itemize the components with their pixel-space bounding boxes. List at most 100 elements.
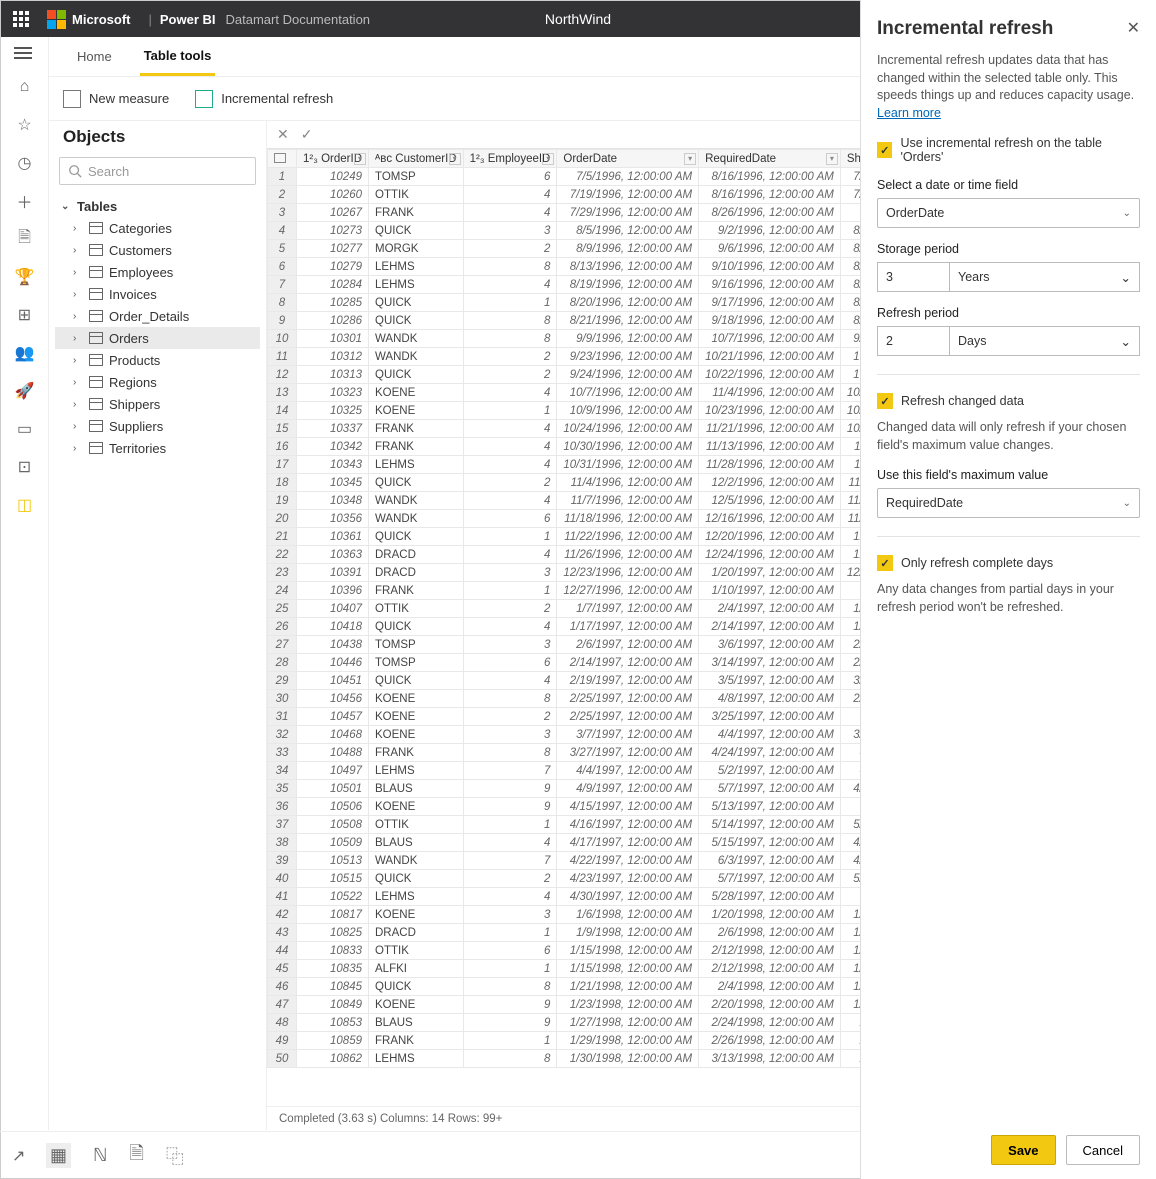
cell-orderdate[interactable]: 7/29/1996, 12:00:00 AM <box>557 204 699 222</box>
cell-orderdate[interactable]: 4/16/1997, 12:00:00 AM <box>557 816 699 834</box>
cell-customerid[interactable]: FRANK <box>369 420 464 438</box>
cell-orderid[interactable]: 10509 <box>297 834 369 852</box>
cell-orderid[interactable]: 10301 <box>297 330 369 348</box>
cell-orderdate[interactable]: 2/25/1997, 12:00:00 AM <box>557 708 699 726</box>
new-measure-button[interactable]: New measure <box>63 90 169 108</box>
cell-customerid[interactable]: TOMSP <box>369 636 464 654</box>
cell-requireddate[interactable]: 2/6/1998, 12:00:00 AM <box>699 924 841 942</box>
create-icon[interactable]: ＋ <box>15 191 35 211</box>
table-row[interactable]: 510277MORGK28/9/1996, 12:00:00 AM9/6/199… <box>268 240 886 258</box>
cell-employeeid[interactable]: 9 <box>463 996 557 1014</box>
cell-orderid[interactable]: 10313 <box>297 366 369 384</box>
cell-requireddate[interactable]: 3/5/1997, 12:00:00 AM <box>699 672 841 690</box>
cell-requireddate[interactable]: 5/2/1997, 12:00:00 AM <box>699 762 841 780</box>
cell-orderid[interactable]: 10286 <box>297 312 369 330</box>
tree-item-order_details[interactable]: ›Order_Details <box>55 305 260 327</box>
table-row[interactable]: 910286QUICK88/21/1996, 12:00:00 AM9/18/1… <box>268 312 886 330</box>
cell-employeeid[interactable]: 7 <box>463 762 557 780</box>
cell-employeeid[interactable]: 2 <box>463 366 557 384</box>
table-row[interactable]: 5010862LEHMS81/30/1998, 12:00:00 AM3/13/… <box>268 1050 886 1068</box>
tree-item-invoices[interactable]: ›Invoices <box>55 283 260 305</box>
cell-employeeid[interactable]: 1 <box>463 402 557 420</box>
cell-orderid[interactable]: 10446 <box>297 654 369 672</box>
table-row[interactable]: 2010356WANDK611/18/1996, 12:00:00 AM12/1… <box>268 510 886 528</box>
cell-orderdate[interactable]: 3/27/1997, 12:00:00 AM <box>557 744 699 762</box>
cell-customerid[interactable]: QUICK <box>369 528 464 546</box>
cell-customerid[interactable]: BLAUS <box>369 780 464 798</box>
cell-orderid[interactable]: 10522 <box>297 888 369 906</box>
chevron-down-icon[interactable]: ▾ <box>449 153 461 165</box>
cell-employeeid[interactable]: 1 <box>463 960 557 978</box>
table-row[interactable]: 4810853BLAUS91/27/1998, 12:00:00 AM2/24/… <box>268 1014 886 1032</box>
tree-item-shippers[interactable]: ›Shippers <box>55 393 260 415</box>
learn-more-link[interactable]: Learn more <box>877 106 941 120</box>
table-row[interactable]: 3210468KOENE33/7/1997, 12:00:00 AM4/4/19… <box>268 726 886 744</box>
cell-orderid[interactable]: 10457 <box>297 708 369 726</box>
table-row[interactable]: 4210817KOENE31/6/1998, 12:00:00 AM1/20/1… <box>268 906 886 924</box>
cell-orderdate[interactable]: 1/15/1998, 12:00:00 AM <box>557 942 699 960</box>
table-row[interactable]: 3810509BLAUS44/17/1997, 12:00:00 AM5/15/… <box>268 834 886 852</box>
table-row[interactable]: 1110312WANDK29/23/1996, 12:00:00 AM10/21… <box>268 348 886 366</box>
cell-orderid[interactable]: 10356 <box>297 510 369 528</box>
cell-customerid[interactable]: QUICK <box>369 978 464 996</box>
cell-orderdate[interactable]: 1/9/1998, 12:00:00 AM <box>557 924 699 942</box>
cell-requireddate[interactable]: 1/20/1998, 12:00:00 AM <box>699 906 841 924</box>
cell-orderid[interactable]: 10501 <box>297 780 369 798</box>
cell-requireddate[interactable]: 2/4/1997, 12:00:00 AM <box>699 600 841 618</box>
cell-requireddate[interactable]: 11/28/1996, 12:00:00 AM <box>699 456 841 474</box>
cell-orderid[interactable]: 10508 <box>297 816 369 834</box>
cell-requireddate[interactable]: 10/7/1996, 12:00:00 AM <box>699 330 841 348</box>
cell-orderdate[interactable]: 11/26/1996, 12:00:00 AM <box>557 546 699 564</box>
cell-customerid[interactable]: QUICK <box>369 222 464 240</box>
cell-orderid[interactable]: 10506 <box>297 798 369 816</box>
table-row[interactable]: 4110522LEHMS44/30/1997, 12:00:00 AM5/28/… <box>268 888 886 906</box>
cell-orderdate[interactable]: 12/27/1996, 12:00:00 AM <box>557 582 699 600</box>
cell-requireddate[interactable]: 11/13/1996, 12:00:00 AM <box>699 438 841 456</box>
cell-orderdate[interactable]: 1/15/1998, 12:00:00 AM <box>557 960 699 978</box>
cell-employeeid[interactable]: 8 <box>463 312 557 330</box>
tab-table-tools[interactable]: Table tools <box>140 37 216 76</box>
breadcrumb[interactable]: Datamart Documentation <box>226 12 371 27</box>
cell-employeeid[interactable]: 2 <box>463 708 557 726</box>
recent-icon[interactable]: ◷ <box>15 153 35 173</box>
cell-customerid[interactable]: LEHMS <box>369 258 464 276</box>
cell-orderid[interactable]: 10277 <box>297 240 369 258</box>
cell-customerid[interactable]: FRANK <box>369 744 464 762</box>
tree-item-orders[interactable]: ›Orders <box>55 327 260 349</box>
column-header-employeeid[interactable]: 1²₃ EmployeeID▾ <box>463 150 557 168</box>
cell-employeeid[interactable]: 4 <box>463 492 557 510</box>
query-view-icon[interactable]: ℕ <box>93 1145 107 1166</box>
cell-orderid[interactable]: 10497 <box>297 762 369 780</box>
table-row[interactable]: 3110457KOENE22/25/1997, 12:00:00 AM3/25/… <box>268 708 886 726</box>
cell-requireddate[interactable]: 1/10/1997, 12:00:00 AM <box>699 582 841 600</box>
cell-requireddate[interactable]: 3/14/1997, 12:00:00 AM <box>699 654 841 672</box>
cell-employeeid[interactable]: 9 <box>463 780 557 798</box>
cell-customerid[interactable]: KOENE <box>369 726 464 744</box>
cell-orderid[interactable]: 10391 <box>297 564 369 582</box>
cell-employeeid[interactable]: 4 <box>463 672 557 690</box>
cell-orderid[interactable]: 10825 <box>297 924 369 942</box>
table-row[interactable]: 1010301WANDK89/9/1996, 12:00:00 AM10/7/1… <box>268 330 886 348</box>
cell-requireddate[interactable]: 12/20/1996, 12:00:00 AM <box>699 528 841 546</box>
cell-orderid[interactable]: 10513 <box>297 852 369 870</box>
cell-requireddate[interactable]: 12/16/1996, 12:00:00 AM <box>699 510 841 528</box>
cell-orderid[interactable]: 10438 <box>297 636 369 654</box>
cell-employeeid[interactable]: 4 <box>463 186 557 204</box>
tree-item-employees[interactable]: ›Employees <box>55 261 260 283</box>
cell-orderdate[interactable]: 8/21/1996, 12:00:00 AM <box>557 312 699 330</box>
refresh-changed-checkbox[interactable]: ✓ Refresh changed data <box>877 393 1140 409</box>
cell-employeeid[interactable]: 4 <box>463 276 557 294</box>
cell-orderid[interactable]: 10342 <box>297 438 369 456</box>
shared-icon[interactable]: 👥 <box>15 343 35 363</box>
cell-requireddate[interactable]: 3/6/1997, 12:00:00 AM <box>699 636 841 654</box>
cell-employeeid[interactable]: 2 <box>463 870 557 888</box>
cell-customerid[interactable]: WANDK <box>369 852 464 870</box>
table-row[interactable]: 4610845QUICK81/21/1998, 12:00:00 AM2/4/1… <box>268 978 886 996</box>
learn-icon[interactable]: ▭ <box>15 419 35 439</box>
cell-requireddate[interactable]: 10/22/1996, 12:00:00 AM <box>699 366 841 384</box>
cell-orderdate[interactable]: 8/19/1996, 12:00:00 AM <box>557 276 699 294</box>
cell-requireddate[interactable]: 11/21/1996, 12:00:00 AM <box>699 420 841 438</box>
cell-customerid[interactable]: DRACD <box>369 924 464 942</box>
cell-requireddate[interactable]: 2/12/1998, 12:00:00 AM <box>699 960 841 978</box>
table-row[interactable]: 3510501BLAUS94/9/1997, 12:00:00 AM5/7/19… <box>268 780 886 798</box>
